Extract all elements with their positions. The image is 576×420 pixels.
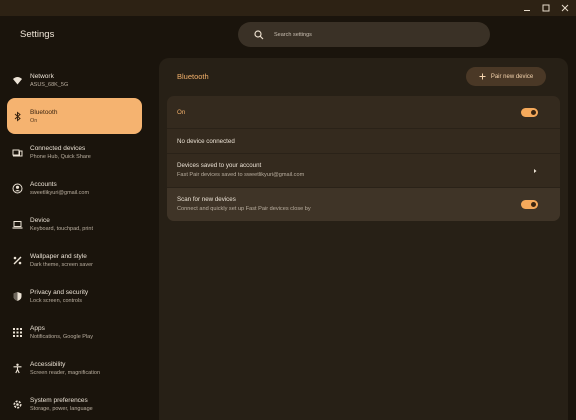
sidebar-item-accessibility[interactable]: Accessibility Screen reader, magnificati… (7, 350, 142, 386)
sidebar-item-sub: sweetlikyuri@gmail.com (30, 189, 90, 196)
sidebar-item-apps[interactable]: Apps Notifications, Google Play (7, 314, 142, 350)
connected-devices-icon (12, 147, 23, 158)
no-device-label: No device connected (177, 138, 235, 145)
bluetooth-icon (12, 110, 23, 122)
bluetooth-panel: Bluetooth Pair new device On No device c… (159, 58, 568, 420)
no-device-row: No device connected (167, 129, 560, 154)
saved-devices-row[interactable]: Devices saved to your account Fast Pair … (167, 154, 560, 188)
pair-button-label: Pair new device (490, 73, 534, 80)
sidebar-item-device[interactable]: Device Keyboard, touchpad, print (7, 206, 142, 242)
accessibility-icon (12, 363, 23, 374)
sidebar-item-label: Wallpaper and style (30, 252, 87, 260)
sidebar-item-sub: Phone Hub, Quick Share (30, 153, 91, 160)
pair-new-device-button[interactable]: Pair new device (466, 67, 546, 86)
sidebar-item-label: Privacy and security (30, 288, 89, 296)
shield-icon (12, 291, 23, 302)
sidebar-item-sub: Dark theme, screen saver (30, 261, 93, 268)
scan-new-devices-row[interactable]: Scan for new devices Connect and quickly… (167, 188, 560, 221)
bluetooth-settings-card: On No device connected Devices saved to … (167, 96, 560, 221)
minimize-icon[interactable] (522, 2, 532, 13)
sidebar-item-privacy[interactable]: Privacy and security Lock screen, contro… (7, 278, 142, 314)
sidebar-item-wallpaper[interactable]: Wallpaper and style Dark theme, screen s… (7, 242, 142, 278)
scan-subtitle: Connect and quickly set up Fast Pair dev… (177, 206, 311, 212)
sidebar-item-sub: On (30, 117, 38, 124)
laptop-icon (12, 219, 23, 230)
page-title: Bluetooth (177, 72, 209, 81)
chevron-right-icon (534, 169, 537, 173)
sidebar-item-sub: Lock screen, controls (30, 297, 82, 304)
sidebar-item-label: Bluetooth (30, 108, 58, 116)
sidebar-item-label: Accessibility (30, 360, 66, 368)
search-icon (254, 29, 264, 39)
sidebar-item-network[interactable]: Network ASUS_68K_5G (7, 62, 142, 98)
sidebar-item-bluetooth[interactable]: Bluetooth On (7, 98, 142, 134)
sidebar-item-sub: Storage, power, language (30, 405, 93, 412)
bluetooth-on-label: On (177, 109, 186, 116)
palette-icon (12, 255, 23, 266)
title-bar (0, 0, 576, 16)
account-icon (12, 183, 23, 194)
saved-devices-subtitle: Fast Pair devices saved to sweetlikyuri@… (177, 172, 305, 178)
bluetooth-on-row[interactable]: On (167, 96, 560, 129)
sidebar-item-label: Connected devices (30, 144, 86, 152)
plus-icon (479, 73, 486, 80)
close-icon[interactable] (560, 2, 570, 13)
sidebar-item-sub: ASUS_68K_5G (30, 81, 69, 88)
scan-title: Scan for new devices (177, 196, 236, 203)
search-input[interactable] (274, 31, 454, 38)
app-title: Settings (20, 29, 55, 40)
sidebar-item-accounts[interactable]: Accounts sweetlikyuri@gmail.com (7, 170, 142, 206)
saved-devices-title: Devices saved to your account (177, 162, 262, 169)
maximize-icon[interactable] (541, 2, 551, 13)
apps-grid-icon (12, 327, 23, 338)
scan-toggle[interactable] (521, 200, 538, 209)
sidebar: Network ASUS_68K_5G Bluetooth On Connect… (0, 62, 150, 420)
sidebar-item-sub: Keyboard, touchpad, print (30, 225, 93, 232)
sidebar-item-label: Apps (30, 324, 45, 332)
wifi-icon (12, 75, 23, 86)
sidebar-item-label: Accounts (30, 180, 57, 188)
sidebar-item-label: Network (30, 72, 54, 80)
search-bar[interactable] (238, 22, 490, 47)
sidebar-item-connected-devices[interactable]: Connected devices Phone Hub, Quick Share (7, 134, 142, 170)
gear-icon (12, 399, 23, 410)
sidebar-item-label: Device (30, 216, 50, 224)
window-controls (522, 2, 570, 13)
bluetooth-toggle[interactable] (521, 108, 538, 117)
sidebar-item-sub: Notifications, Google Play (30, 333, 93, 340)
sidebar-item-sub: Screen reader, magnification (30, 369, 101, 376)
sidebar-item-label: System preferences (30, 396, 88, 404)
sidebar-item-system[interactable]: System preferences Storage, power, langu… (7, 386, 142, 420)
